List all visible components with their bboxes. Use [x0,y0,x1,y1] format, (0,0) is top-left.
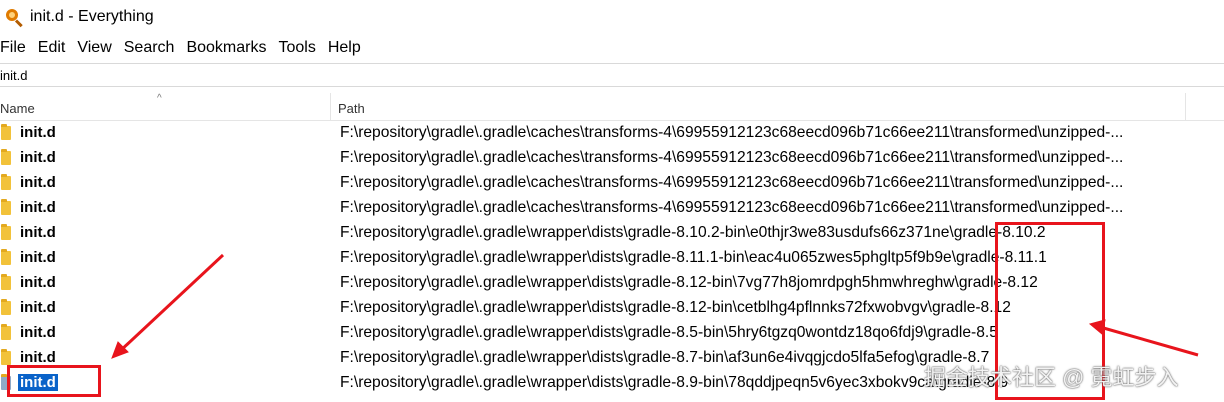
watermark: 掘金技术社区 @ 霓虹步入 [924,365,1179,390]
arrow-to-name-icon [111,253,225,359]
arrow-to-path-icon [1088,319,1199,357]
annotation-arrows [111,253,1199,359]
